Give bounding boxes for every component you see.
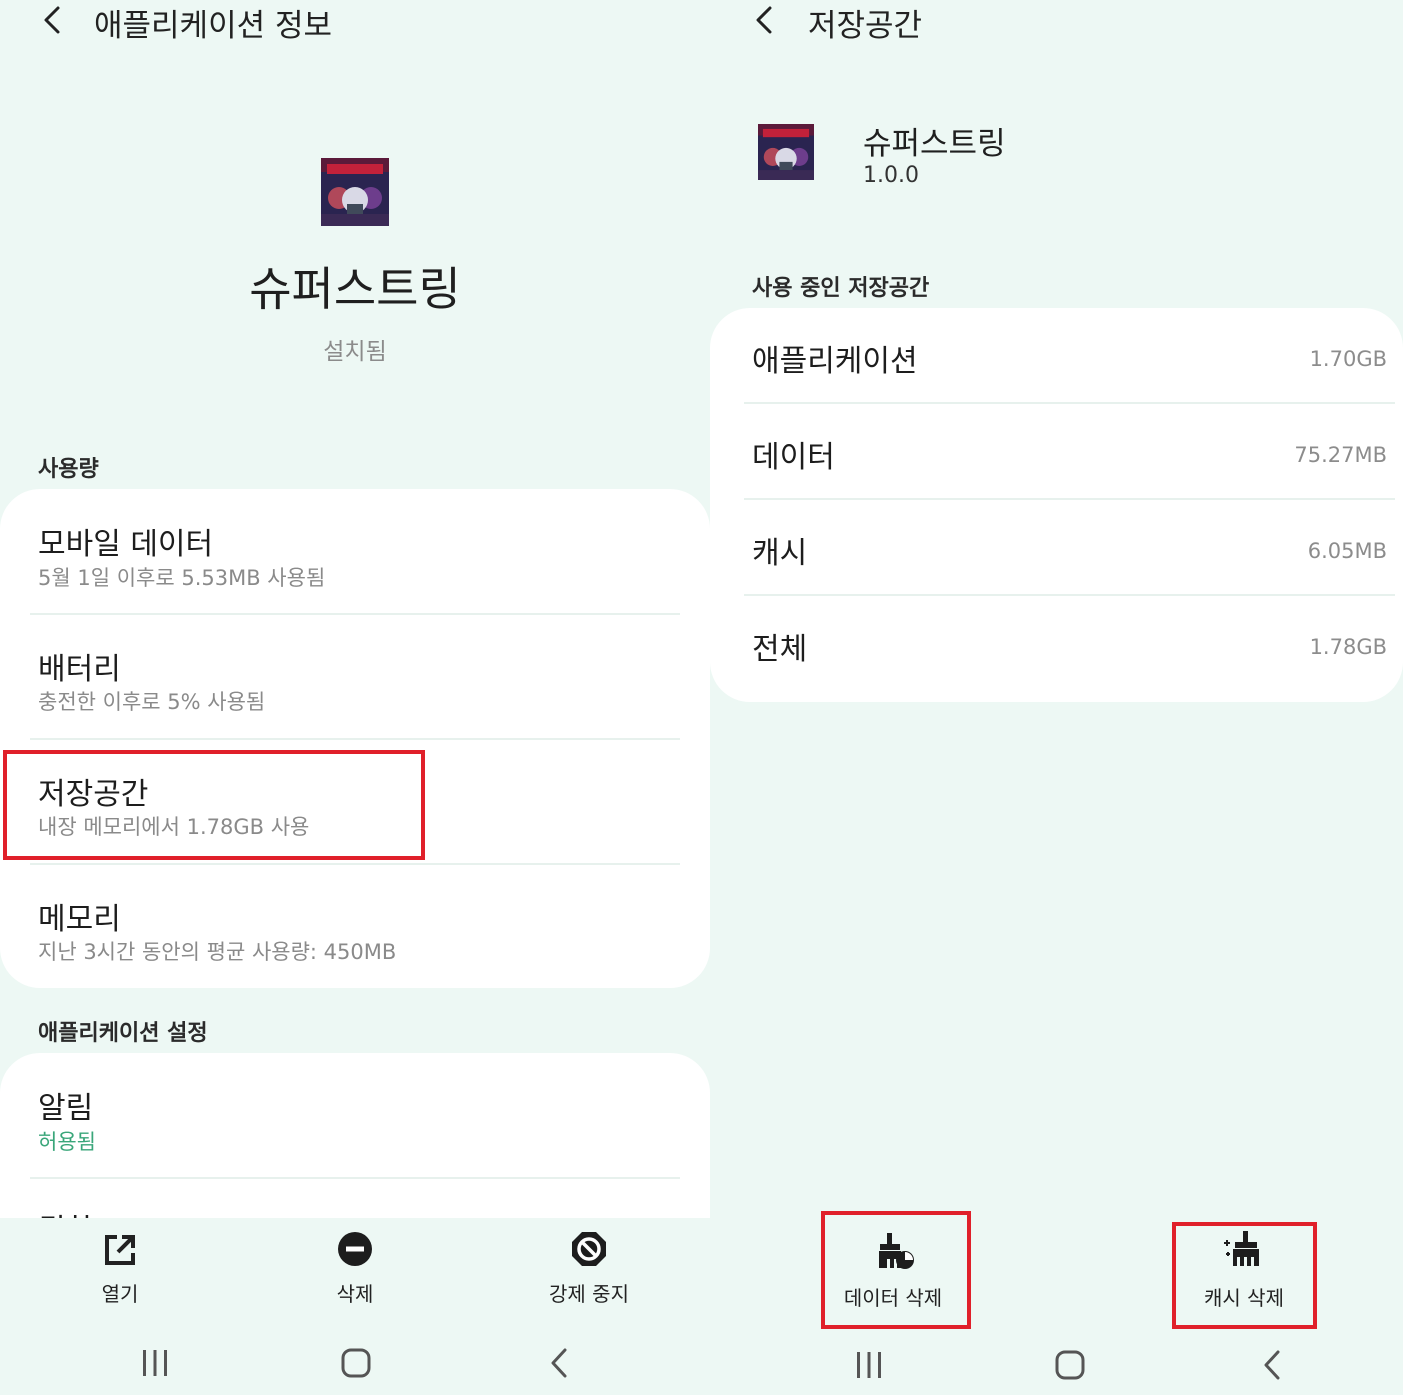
storage-row-highlight — [3, 750, 425, 860]
memory-title[interactable]: 메모리 — [38, 894, 121, 938]
recent-apps-icon[interactable] — [138, 1348, 172, 1378]
usage-section-label: 사용량 — [38, 457, 99, 482]
page-title: 저장공간 — [808, 8, 923, 44]
storage-row-label: 전체 — [752, 632, 808, 667]
uninstall-button[interactable]: 삭제 — [295, 1278, 415, 1307]
notifications-title[interactable]: 알림 — [38, 1083, 93, 1127]
app-icon-art — [758, 124, 814, 180]
storage-card: 애플리케이션 1.70GB 데이터 75.27MB 캐시 6.05MB 전체 1… — [710, 308, 1403, 702]
app-name: 슈퍼스트링 — [863, 126, 1006, 162]
divider — [744, 498, 1395, 500]
app-info-screen: 애플리케이션 정보 슈퍼스트링 설치됨 사용량 모바일 데이터 5월 1일 이후… — [0, 0, 710, 1395]
storage-row-value: 75.27MB — [1294, 443, 1387, 467]
home-icon[interactable] — [340, 1347, 372, 1379]
page-title: 애플리케이션 정보 — [94, 8, 333, 44]
back-arrow-icon[interactable] — [36, 2, 70, 42]
home-icon[interactable] — [1054, 1349, 1086, 1381]
open-button[interactable]: 열기 — [60, 1278, 180, 1307]
storage-in-use-label: 사용 중인 저장공간 — [752, 276, 930, 301]
app-icon-art — [321, 158, 389, 226]
storage-row-label: 애플리케이션 — [752, 344, 918, 379]
divider — [30, 1177, 680, 1179]
mobile-data-subtitle: 5월 1일 이후로 5.53MB 사용됨 — [38, 566, 326, 590]
usage-card: 모바일 데이터 5월 1일 이후로 5.53MB 사용됨 배터리 충전한 이후로… — [0, 489, 710, 988]
app-icon — [321, 158, 389, 226]
battery-subtitle: 충전한 이후로 5% 사용됨 — [38, 690, 266, 714]
storage-row-label: 캐시 — [752, 536, 808, 571]
divider — [30, 613, 680, 615]
mobile-data-title[interactable]: 모바일 데이터 — [38, 519, 213, 563]
app-name: 슈퍼스트링 — [249, 262, 461, 316]
storage-row-value: 1.78GB — [1309, 635, 1387, 659]
app-icon — [758, 124, 814, 180]
storage-row-value: 6.05MB — [1307, 539, 1387, 563]
recent-apps-icon[interactable] — [852, 1350, 886, 1380]
divider — [744, 402, 1395, 404]
divider — [744, 594, 1395, 596]
divider — [30, 863, 680, 865]
back-icon[interactable] — [545, 1346, 573, 1380]
battery-title[interactable]: 배터리 — [38, 644, 121, 688]
open-external-icon[interactable] — [102, 1232, 138, 1268]
install-status: 설치됨 — [323, 339, 387, 365]
app-version: 1.0.0 — [863, 163, 919, 188]
clear-data-highlight — [821, 1211, 971, 1329]
force-stop-button[interactable]: 강제 중지 — [519, 1278, 659, 1307]
back-arrow-icon[interactable] — [748, 2, 782, 42]
storage-screen: 저장공간 슈퍼스트링 1.0.0 사용 중인 저장공간 애플리케이션 1.70G… — [710, 0, 1403, 1395]
block-icon[interactable] — [571, 1231, 607, 1267]
minus-circle-icon[interactable] — [337, 1231, 373, 1267]
bottom-action-bar: 열기 삭제 강제 중지 — [0, 1218, 710, 1395]
app-settings-section-label: 애플리케이션 설정 — [38, 1021, 208, 1046]
storage-row-value: 1.70GB — [1309, 347, 1387, 371]
back-icon[interactable] — [1258, 1348, 1286, 1382]
storage-row-label: 데이터 — [752, 440, 835, 475]
memory-subtitle: 지난 3시간 동안의 평균 사용량: 450MB — [38, 940, 397, 964]
divider — [30, 738, 680, 740]
clear-cache-highlight — [1172, 1222, 1317, 1329]
notifications-subtitle: 허용됨 — [38, 1130, 96, 1154]
